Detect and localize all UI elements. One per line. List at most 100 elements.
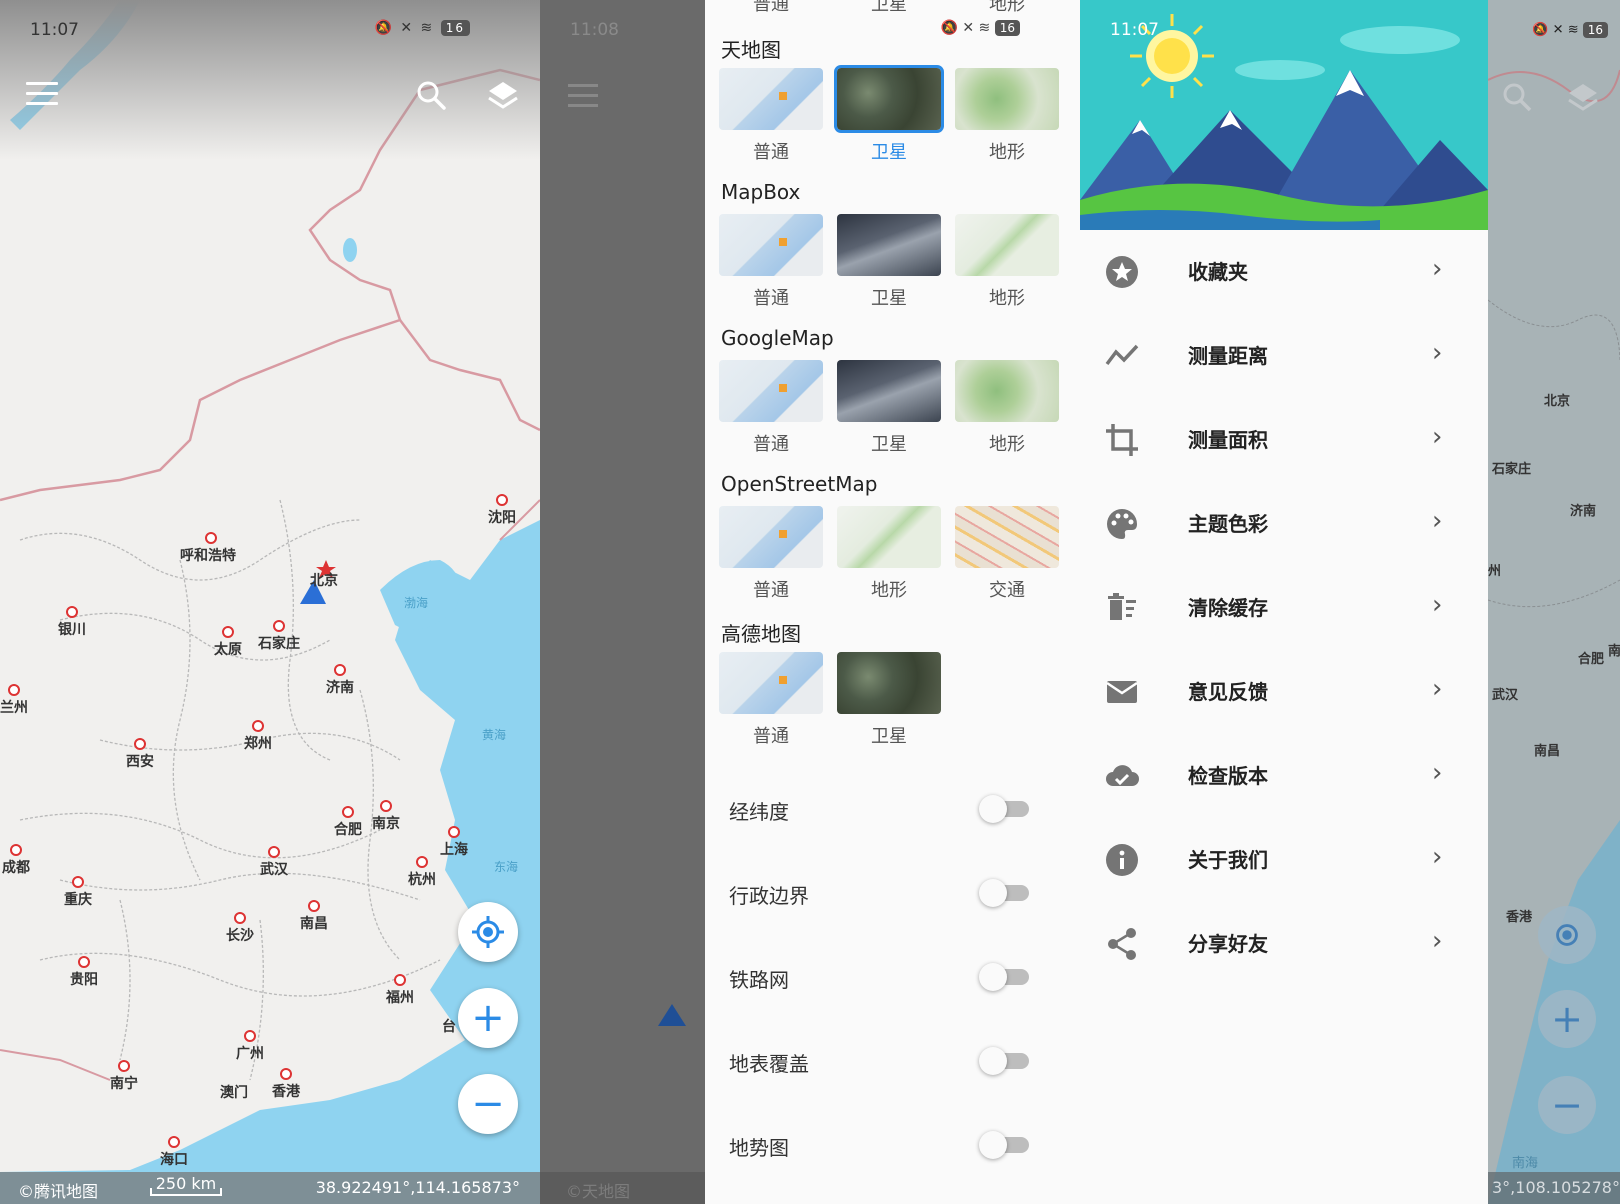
thumb-label: 交通	[989, 580, 1025, 601]
city-label: 武汉	[260, 846, 288, 879]
thumb-label: 卫星	[871, 726, 907, 747]
dimmed-info-bar: 3°,108.105278°	[1488, 1172, 1620, 1204]
menu-item-measure-area[interactable]: 测量面积 ›	[1080, 410, 1488, 470]
city-label: 合肥	[1578, 652, 1605, 667]
scale-bar: 250 km	[150, 1174, 222, 1196]
layer-thumb-terrain[interactable]	[955, 214, 1059, 276]
city-label: 州	[1488, 564, 1502, 579]
layers-icon[interactable]	[486, 78, 520, 112]
layer-thumb-satellite[interactable]	[837, 652, 941, 714]
city-label: 南	[1608, 644, 1620, 659]
menu-item-about[interactable]: 关于我们 ›	[1080, 830, 1488, 890]
sea-label: 南海	[1512, 1156, 1539, 1171]
layer-thumb-normal[interactable]	[719, 506, 823, 568]
thumb-label: 普通	[753, 726, 789, 747]
menu-icon	[568, 84, 598, 114]
locate-button	[1538, 906, 1596, 964]
search-icon[interactable]	[414, 78, 448, 112]
city-label: 福州	[386, 974, 414, 1007]
sea-label: 黄海	[482, 728, 507, 742]
menu-item-check-version[interactable]: 检查版本 ›	[1080, 746, 1488, 806]
layer-thumb-normal[interactable]	[719, 68, 823, 130]
menu-item-share[interactable]: 分享好友 ›	[1080, 914, 1488, 974]
city-label: 南昌	[300, 900, 328, 933]
thumb-label: 地形	[989, 0, 1025, 15]
layer-thumb-normal[interactable]	[719, 360, 823, 422]
menu-item-feedback[interactable]: 意见反馈 ›	[1080, 662, 1488, 722]
city-label: 重庆	[64, 876, 92, 909]
city-label: 石家庄	[1492, 462, 1532, 477]
city-label: 上海	[440, 826, 468, 859]
toggle-label: 地势图	[729, 1136, 789, 1160]
chevron-right-icon: ›	[1432, 590, 1443, 620]
nav-drawer: 11:07 🔕 ✕ ≋ 16 收藏夹 › 测量距离 › 测量面积 › 主题色彩 …	[1080, 0, 1608, 1204]
layer-thumb-terrain[interactable]	[955, 68, 1059, 130]
city-label: 沈阳	[488, 494, 516, 527]
location-arrow-icon	[658, 1004, 686, 1026]
locate-button[interactable]	[458, 902, 518, 962]
menu-label: 关于我们	[1188, 848, 1268, 872]
zoom-in-button[interactable]: +	[458, 988, 518, 1048]
city-label: 台	[442, 1019, 456, 1035]
menu-item-favorites[interactable]: 收藏夹 ›	[1080, 242, 1488, 302]
toggle-switch[interactable]	[979, 879, 1029, 907]
toggle-switch[interactable]	[979, 1047, 1029, 1075]
city-label: 石家庄	[258, 620, 300, 653]
menu-item-clear-cache[interactable]: 清除缓存 ›	[1080, 578, 1488, 638]
city-label: 武汉	[1492, 688, 1519, 703]
mail-icon	[1106, 681, 1138, 703]
city-label: 香港	[272, 1068, 300, 1101]
thumb-label: 普通	[753, 0, 789, 15]
city-label: 杭州	[408, 856, 436, 889]
layer-thumb-terrain[interactable]	[955, 360, 1059, 422]
city-label: 济南	[1570, 504, 1597, 519]
layer-thumb-terrain[interactable]	[837, 506, 941, 568]
city-label: 南宁	[110, 1060, 138, 1093]
menu-item-measure-distance[interactable]: 测量距离 ›	[1080, 326, 1488, 386]
map-panel[interactable]: 11:07 🔕 ✕ ≋ 16 呼和浩特 北京 沈阳 银川 太原 石家庄 济南 兰…	[0, 0, 540, 1204]
layer-thumb-satellite[interactable]	[837, 360, 941, 422]
thumb-label: 卫星	[871, 0, 907, 15]
city-label: 成都	[2, 844, 30, 877]
zoom-out-button: −	[1538, 1076, 1596, 1134]
toggle-switch[interactable]	[979, 1131, 1029, 1159]
city-label: 南昌	[1534, 744, 1561, 759]
city-label: 郑州	[244, 720, 272, 753]
dimmed-map: 北京 石家庄 济南 州 合肥 南 武汉 南昌 香港 南海 + − 3°,108.…	[1488, 0, 1620, 1204]
palette-icon	[1107, 509, 1137, 539]
chevron-right-icon: ›	[1432, 842, 1443, 872]
menu-label: 检查版本	[1188, 764, 1268, 788]
dim-info-bar: ©天地图	[540, 1172, 705, 1204]
layer-thumb-satellite[interactable]	[834, 65, 944, 133]
toggle-label: 铁路网	[729, 968, 789, 992]
zoom-out-button[interactable]: −	[458, 1074, 518, 1134]
menu-label: 主题色彩	[1188, 512, 1268, 536]
status-icons: 🔕 ✕ ≋ 16	[374, 20, 470, 36]
toggle-switch[interactable]	[979, 795, 1029, 823]
polyline-icon	[1105, 344, 1139, 366]
status-icons: 🔕 ✕ ≋ 16	[940, 20, 1020, 36]
toggle-switch[interactable]	[979, 963, 1029, 991]
layer-thumb-normal[interactable]	[719, 214, 823, 276]
toggle-row-land-cover: 地表覆盖	[729, 1042, 1029, 1082]
thumb-label: 普通	[753, 142, 789, 163]
menu-icon[interactable]	[26, 82, 58, 108]
status-icons: 🔕 ✕ ≋ 16	[1532, 22, 1608, 38]
layer-thumb-satellite[interactable]	[837, 214, 941, 276]
thumb-label-selected: 卫星	[871, 142, 907, 163]
layer-thumb-normal[interactable]	[719, 652, 823, 714]
chevron-right-icon: ›	[1432, 674, 1443, 704]
share-icon	[1108, 928, 1136, 960]
layer-thumb-traffic[interactable]	[955, 506, 1059, 568]
toggle-row-relief: 地势图	[729, 1126, 1029, 1166]
chevron-right-icon: ›	[1432, 338, 1443, 368]
status-time: 11:07	[1110, 20, 1159, 40]
thumb-label: 普通	[753, 580, 789, 601]
menu-item-theme-color[interactable]: 主题色彩 ›	[1080, 494, 1488, 554]
thumb-label: 地形	[871, 580, 907, 601]
map-attribution: ©腾讯地图	[18, 1182, 99, 1201]
star-icon	[1106, 256, 1138, 288]
city-label: 长沙	[226, 912, 254, 945]
chevron-right-icon: ›	[1432, 422, 1443, 452]
crop-icon	[1106, 424, 1138, 456]
